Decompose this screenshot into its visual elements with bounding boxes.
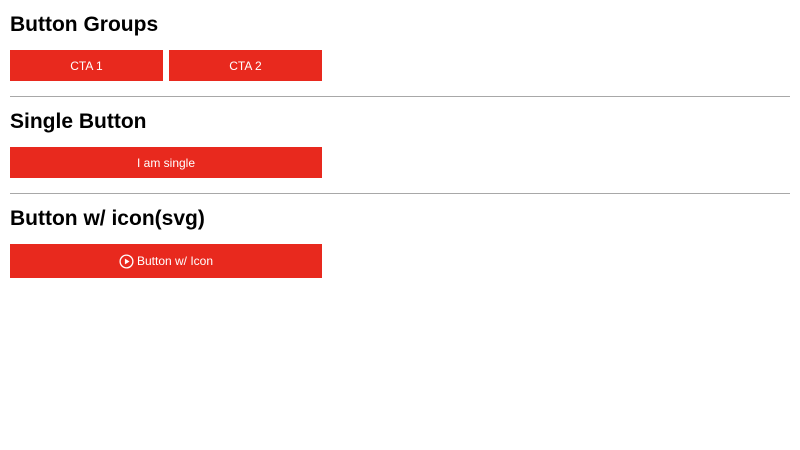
page: Button Groups CTA 1 CTA 2 Single Button … [0, 0, 800, 450]
section-heading-button-with-icon: Button w/ icon(svg) [10, 207, 205, 230]
section-divider [10, 96, 790, 97]
play-circle-icon [119, 253, 134, 269]
icon-button[interactable]: Button w/ Icon [10, 244, 322, 278]
cta-2-button[interactable]: CTA 2 [169, 50, 322, 81]
icon-button-label: Button w/ Icon [136, 254, 214, 268]
section-divider [10, 193, 790, 194]
single-button[interactable]: I am single [10, 147, 322, 178]
section-heading-single-button: Single Button [10, 110, 147, 133]
section-heading-button-groups: Button Groups [10, 13, 159, 36]
cta-1-button[interactable]: CTA 1 [10, 50, 163, 81]
